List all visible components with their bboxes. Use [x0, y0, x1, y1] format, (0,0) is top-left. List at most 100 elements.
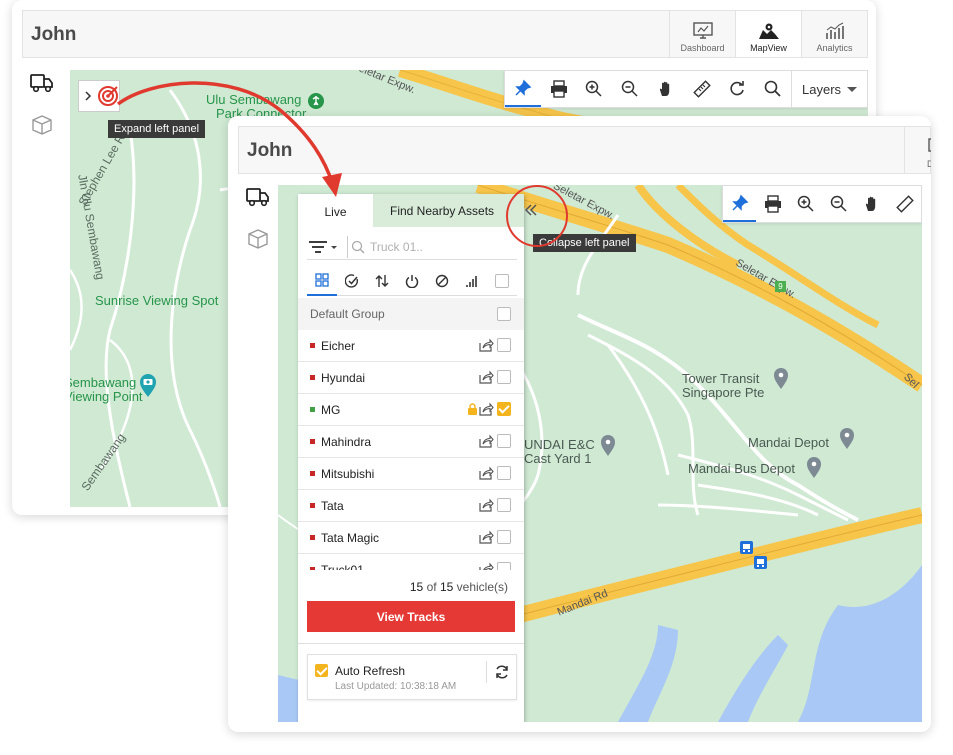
map-label-viewing-point: Viewing Point	[70, 389, 143, 404]
nav-dashboard[interactable]: Dash	[904, 127, 931, 173]
map-label-mandai-depot: Mandai Depot	[748, 435, 829, 450]
share-icon[interactable]	[479, 466, 494, 480]
pan-tool[interactable]	[855, 186, 888, 222]
refresh-icon	[730, 81, 745, 96]
filter-signal[interactable]	[457, 266, 487, 296]
share-icon[interactable]	[479, 434, 494, 448]
share-icon[interactable]	[479, 370, 494, 384]
filter-icon	[309, 241, 337, 253]
measure-tool[interactable]	[888, 186, 921, 222]
vehicle-checkbox[interactable]	[497, 466, 511, 480]
search-tool[interactable]	[755, 71, 791, 107]
app-header: John Dashboard MapView Analytics	[22, 10, 868, 58]
filter-button[interactable]	[307, 238, 339, 256]
signal-icon	[466, 276, 477, 287]
print-tool[interactable]	[756, 186, 789, 222]
auto-refresh-checkbox[interactable]	[315, 664, 328, 677]
expand-panel-button[interactable]	[78, 80, 120, 112]
vehicle-checkbox[interactable]	[497, 338, 511, 352]
select-all-checkbox[interactable]	[495, 274, 509, 288]
truck-icon[interactable]	[30, 72, 54, 94]
map-label-tower-transit-2: Singapore Pte	[682, 385, 765, 400]
camera-pin-icon	[140, 374, 156, 397]
share-icon[interactable]	[479, 402, 494, 416]
box-icon[interactable]	[246, 228, 270, 250]
zoom-out-tool[interactable]	[822, 186, 855, 222]
filter-power[interactable]	[397, 266, 427, 296]
manual-refresh-button[interactable]	[486, 661, 516, 683]
vehicle-row[interactable]: Mitsubishi	[298, 458, 524, 490]
status-dot	[310, 567, 315, 570]
pan-tool[interactable]	[648, 71, 684, 107]
zoom-in-icon	[586, 80, 602, 97]
share-icon[interactable]	[479, 338, 494, 352]
mapview-icon	[758, 23, 779, 39]
vehicle-checkbox[interactable]	[497, 402, 511, 416]
side-rail	[238, 174, 278, 732]
filter-sort[interactable]	[367, 266, 397, 296]
vehicle-search-input[interactable]	[347, 236, 512, 258]
vehicle-name: Tata	[321, 498, 344, 513]
zoom-in-tool[interactable]	[577, 71, 613, 107]
vehicle-checkbox[interactable]	[497, 498, 511, 512]
status-dot	[310, 343, 315, 348]
vehicle-checkbox[interactable]	[497, 530, 511, 544]
nav-analytics[interactable]: Analytics	[801, 11, 867, 57]
filter-all[interactable]	[307, 266, 337, 296]
status-dot	[310, 375, 315, 380]
layers-dropdown[interactable]: Layers	[791, 71, 867, 107]
zoom-in-tool[interactable]	[789, 186, 822, 222]
vehicle-name: Eicher	[321, 338, 356, 353]
vehicle-name: MG	[321, 402, 341, 417]
vehicle-row[interactable]: Eicher	[298, 330, 524, 362]
vehicle-checkbox[interactable]	[497, 562, 511, 570]
vehicle-checkbox[interactable]	[497, 370, 511, 384]
filter-running[interactable]	[337, 266, 367, 296]
vehicle-row[interactable]: Mahindra	[298, 426, 524, 458]
pin-tool[interactable]	[723, 186, 756, 222]
nav-dashboard[interactable]: Dashboard	[669, 11, 735, 57]
vehicle-row[interactable]: Tata Magic	[298, 522, 524, 554]
left-panel: Live Find Nearby Assets Truck 01.. Defau…	[298, 194, 537, 722]
box-icon[interactable]	[30, 114, 54, 136]
truck-icon[interactable]	[246, 186, 270, 208]
collapse-panel-button[interactable]	[524, 203, 542, 221]
pin-icon	[515, 79, 532, 96]
vehicle-row[interactable]: Truck01	[298, 554, 524, 570]
vehicle-row[interactable]: MG	[298, 394, 524, 426]
vehicle-list: Eicher Hyundai MG Mahindra Mitsubishi Tata Tat…	[298, 330, 524, 570]
status-dot	[310, 471, 315, 476]
park-icon	[308, 93, 324, 109]
refresh-tool[interactable]	[720, 71, 756, 107]
share-icon[interactable]	[479, 498, 494, 512]
view-tracks-button[interactable]: View Tracks	[307, 601, 515, 632]
share-icon[interactable]	[479, 562, 494, 570]
map-view[interactable]: Seletar Expw. Seletar Expw. 9 Sel Tower …	[278, 185, 922, 722]
vehicle-row[interactable]: Hyundai	[298, 362, 524, 394]
filter-inactive[interactable]	[427, 266, 457, 296]
share-icon[interactable]	[479, 530, 494, 544]
pin-tool[interactable]	[505, 71, 541, 107]
last-updated-text: Last Updated: 10:38:18 AM	[335, 681, 457, 692]
vehicle-checkbox[interactable]	[497, 434, 511, 448]
print-icon	[550, 80, 567, 98]
measure-tool[interactable]	[684, 71, 720, 107]
location-pin-icon	[601, 435, 615, 456]
status-dot	[310, 439, 315, 444]
nav-mapview[interactable]: MapView	[735, 11, 801, 57]
hand-icon	[659, 81, 670, 96]
vehicle-row[interactable]: Tata	[298, 490, 524, 522]
nav-mapview-label: MapView	[750, 43, 787, 53]
group-row[interactable]: Default Group	[298, 298, 524, 330]
map-label-hyundai: UNDAI E&C	[524, 437, 595, 452]
zoom-in-icon	[797, 195, 814, 212]
zoom-out-tool[interactable]	[612, 71, 648, 107]
print-tool[interactable]	[541, 71, 577, 107]
select-all-toggle[interactable]	[487, 266, 517, 296]
ban-icon	[435, 274, 449, 288]
tab-find-nearby[interactable]: Find Nearby Assets	[390, 194, 494, 227]
search-icon	[764, 80, 781, 97]
group-checkbox[interactable]	[497, 307, 511, 321]
vehicle-count-shown: 15	[409, 580, 424, 594]
tab-live[interactable]: Live	[298, 194, 373, 227]
